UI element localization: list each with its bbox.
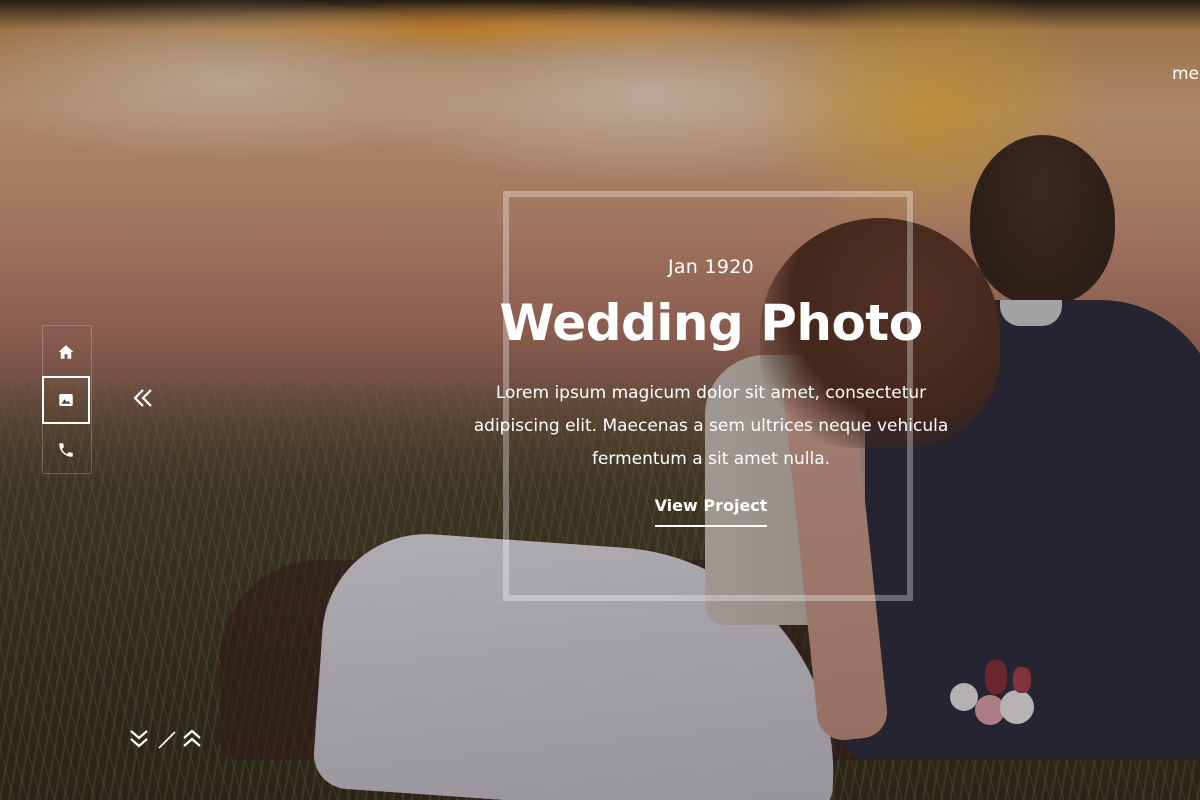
slide-navigation xyxy=(128,727,208,753)
home-icon xyxy=(58,345,74,359)
double-chevron-up-icon[interactable] xyxy=(183,729,201,747)
menu-button[interactable]: me xyxy=(1172,64,1199,84)
collapse-sidebar-button[interactable] xyxy=(130,385,156,411)
hero-content: Jan 1920 Wedding Photo Lorem ipsum magic… xyxy=(455,250,967,527)
project-date: Jan 1920 xyxy=(667,256,755,278)
nav-item-home[interactable] xyxy=(42,328,90,376)
separator-slash xyxy=(158,731,176,749)
nav-item-contact[interactable] xyxy=(42,426,90,474)
double-chevron-left-icon xyxy=(133,389,152,407)
phone-icon xyxy=(59,443,73,457)
view-project-link[interactable]: View Project xyxy=(654,496,768,527)
project-description: Lorem ipsum magicum dolor sit amet, cons… xyxy=(473,383,949,469)
image-icon xyxy=(59,394,73,406)
side-nav xyxy=(42,325,92,474)
hero-section: Jan 1920 Wedding Photo Lorem ipsum magic… xyxy=(0,0,1200,800)
double-chevron-down-icon[interactable] xyxy=(130,730,148,748)
nav-item-gallery[interactable] xyxy=(42,376,90,424)
project-title: Wedding Photo xyxy=(499,294,923,352)
slide-nav-controls xyxy=(130,729,201,749)
